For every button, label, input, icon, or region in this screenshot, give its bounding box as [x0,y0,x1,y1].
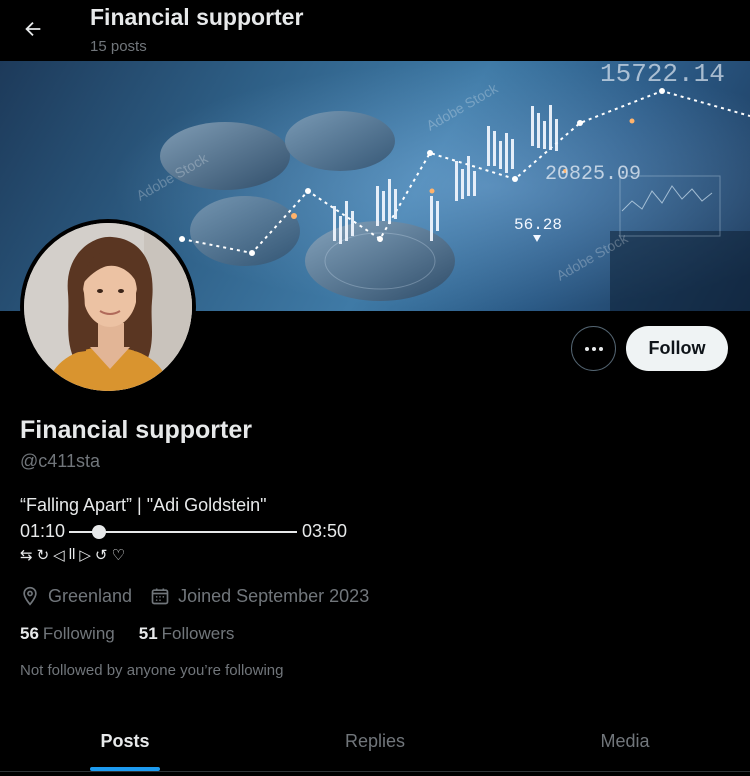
player-time-end: 03:50 [302,521,348,541]
pause-icon: ll [68,546,76,563]
avatar[interactable] [20,219,196,395]
arrow-left-icon [25,21,41,37]
active-tab-indicator [90,767,160,771]
following-count: 56 [20,624,39,643]
tab-media[interactable]: Media [500,712,750,771]
tab-replies[interactable]: Replies [250,712,500,771]
location-pin-icon [23,586,37,606]
header-title: Financial supporter [90,4,304,30]
profile-handle: @c411sta [20,451,100,471]
location-text: Greenland [48,585,133,606]
joined-date: Joined September 2023 [150,586,369,607]
tab-replies-label: Replies [344,731,406,751]
following-link[interactable]: 56 Following [20,624,115,644]
profile-name: Financial supporter [20,416,252,444]
profile-meta: Greenland Joined September 2023 [20,584,387,608]
more-dots-icon [584,346,603,351]
banner-number-3: 56.28 [514,216,562,234]
tab-posts[interactable]: Posts [0,712,250,771]
player-knob [91,525,106,539]
shuffle-icon: ⇆ [20,547,33,564]
bio-song-line: “Falling Apart” | "Adi Goldstein" [20,495,267,515]
joined-text: Joined September 2023 [178,585,370,606]
player-time-start: 01:10 [20,521,66,541]
top-bar: Financial supporter 15 posts [0,0,750,60]
follow-button[interactable]: Follow [626,326,728,371]
follow-stats: 56 Following 51 Followers [20,624,234,644]
profile-tabs: Posts Replies Media [0,712,750,772]
not-followed-notice: Not followed by anyone you’re following [20,662,284,679]
heart-icon: ♡ [111,547,125,564]
header-posts-count: 15 posts [90,38,147,55]
followers-label: Followers [161,624,235,643]
previous-icon: ◁ [53,547,65,564]
tab-media-label: Media [600,731,650,751]
followers-count: 51 [138,624,158,643]
bio-player: 01:10 03:50 [20,520,380,544]
banner-number-2: 20825.09 [545,163,641,186]
repeat-icon: ↻ [36,547,50,564]
back-button[interactable] [14,10,52,48]
calendar-icon [151,588,169,605]
player-controls: ⇆ ↻ ◁ ll ▷ ↺ ♡ [20,546,125,566]
followers-link[interactable]: 51 Followers [139,624,235,644]
tab-posts-label: Posts [100,731,150,751]
avatar-image [24,223,192,391]
banner-number-1: 15722.14 [600,61,725,89]
location: Greenland [20,586,132,607]
more-options-button[interactable] [571,326,616,371]
next-icon: ▷ [79,547,91,564]
replay-icon: ↺ [94,547,108,564]
following-label: Following [42,624,115,643]
